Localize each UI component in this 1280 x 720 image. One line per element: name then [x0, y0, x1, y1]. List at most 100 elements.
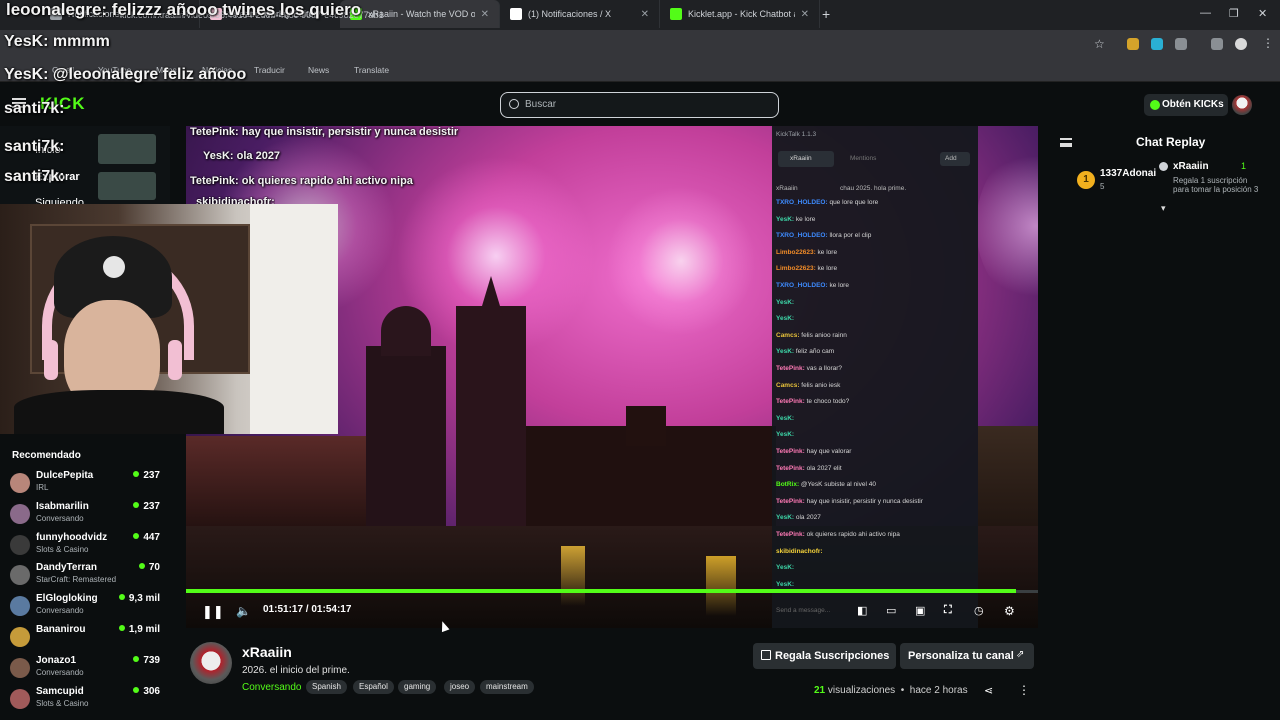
channel-name: Bananirou	[36, 624, 86, 635]
minimize-icon[interactable]: —	[1200, 7, 1211, 19]
puzzle-icon[interactable]	[1175, 38, 1187, 50]
kicktalk-username[interactable]: TXRO_HOLDEO:	[776, 282, 829, 289]
kicktalk-message: YesK:	[776, 431, 794, 438]
theater-icon[interactable]: ▭	[886, 604, 896, 617]
share-icon[interactable]: ⋖	[984, 684, 993, 697]
kicktalk-username[interactable]: Limbo22623:	[776, 249, 818, 256]
fullscreen-icon[interactable]: ⛶	[944, 604, 952, 617]
recommended-channel[interactable]: Jonazo1 Conversando 739	[10, 655, 160, 685]
kicktalk-username[interactable]: YesK:	[776, 415, 794, 422]
channel-avatar	[10, 534, 30, 555]
kicktalk-username[interactable]: TXRO_HOLDEO:	[776, 232, 829, 239]
recommended-channel[interactable]: Bananirou 1,9 mil	[10, 624, 160, 654]
kicktalk-title: KickTalk 1.1.3	[776, 131, 817, 138]
bookmark[interactable]: Traducir	[254, 65, 285, 75]
maximize-icon[interactable]: ❐	[1229, 7, 1239, 20]
kicktalk-message: YesK:	[776, 415, 794, 422]
extension-icon[interactable]	[1127, 38, 1139, 50]
clip-icon[interactable]: ◧	[857, 604, 867, 617]
recommended-channel[interactable]: Samcupid Slots & Casino 306	[10, 686, 160, 716]
recommended-channel[interactable]: DulcePepita IRL 237	[10, 470, 160, 500]
profile-icon[interactable]	[1235, 38, 1247, 50]
recommended-channel[interactable]: DandyTerran StarCraft: Remastered 70	[10, 562, 160, 592]
viewer-count: 739	[133, 655, 160, 666]
kicktalk-username[interactable]: TetePink:	[776, 531, 807, 538]
channel-name: ElGlogloking	[36, 593, 98, 605]
kicktalk-username[interactable]: YesK:	[776, 315, 794, 322]
close-window-icon[interactable]: ✕	[1258, 7, 1267, 20]
kicktalk-username[interactable]: YesK:	[776, 431, 794, 438]
kicktalk-username[interactable]: TetePink:	[776, 448, 807, 455]
kicktalk-username[interactable]: YesK:	[776, 514, 796, 521]
gifter-count: 1	[1241, 161, 1247, 171]
kicktalk-username[interactable]: YesK:	[776, 216, 796, 223]
kicktalk-username[interactable]: YesK:	[776, 299, 794, 306]
tag[interactable]: Español	[353, 680, 394, 694]
user-avatar[interactable]	[1232, 95, 1252, 115]
bookmark[interactable]: Translate	[354, 65, 389, 75]
gift-icon	[761, 650, 771, 660]
kicktalk-username[interactable]: TetePink:	[776, 498, 807, 505]
kicktalk-username[interactable]: Camcs:	[776, 332, 801, 339]
tag[interactable]: Spanish	[306, 680, 347, 694]
browser-menu-icon[interactable]: ⋮	[1262, 36, 1274, 50]
chat-replay-title: Chat Replay	[1136, 135, 1206, 149]
recommended-channel[interactable]: funnyhoodvidz Slots & Casino 447	[10, 532, 160, 562]
kicktalk-username[interactable]: TXRO_HOLDEO:	[776, 199, 829, 206]
kicktalk-username[interactable]: Limbo22623:	[776, 265, 818, 272]
nav-following[interactable]: Siguiendo	[35, 197, 84, 204]
extension-icon[interactable]	[1151, 38, 1163, 50]
kicktalk-message: YesK:	[776, 564, 794, 571]
channel-category: Conversando	[36, 606, 84, 616]
kicktalk-mentions: Mentions	[850, 155, 877, 162]
kicktalk-message: YesK: ola 2027	[776, 514, 821, 521]
channel-category: Conversando	[36, 513, 84, 523]
tag[interactable]: joseo	[444, 680, 476, 694]
gift-subs-button[interactable]: Regala Suscripciones	[753, 643, 896, 669]
search-input[interactable]: Buscar	[500, 92, 779, 118]
tag[interactable]: mainstream	[480, 680, 534, 694]
bookmark-star-icon[interactable]: ☆	[1094, 37, 1105, 51]
viewer-count: 306	[133, 686, 160, 697]
tag[interactable]: gaming	[398, 680, 437, 694]
kicktalk-text: que lore que lore	[829, 199, 879, 206]
kicktalk-username[interactable]: Camcs:	[776, 382, 801, 389]
kicktalk-username[interactable]: skibidinachofr:	[776, 548, 823, 555]
recommended-channel[interactable]: Isabmarilin Conversando 237	[10, 501, 160, 531]
collapse-chat-icon[interactable]	[1060, 138, 1072, 147]
kicktalk-username[interactable]: YesK:	[776, 581, 794, 588]
channel-category: Conversando	[36, 667, 84, 677]
speed-icon[interactable]: ◷	[974, 604, 984, 617]
channel-name[interactable]: xRaaiin	[242, 644, 292, 660]
kicktalk-status-user: xRaaiin	[776, 185, 798, 192]
kicktalk-text: llora por el clip	[829, 232, 872, 240]
channel-name: Jonazo1	[36, 654, 77, 666]
kicktalk-username[interactable]: BotRix:	[776, 481, 801, 488]
channel-avatar[interactable]	[190, 642, 232, 684]
kicktalk-username[interactable]: YesK:	[776, 564, 794, 571]
bookmark[interactable]: News	[308, 65, 329, 75]
kicktalk-username[interactable]: TetePink:	[776, 398, 807, 405]
channel-category: StarCraft: Remastered	[36, 575, 117, 585]
pip-icon[interactable]: ▣	[915, 604, 925, 617]
volume-icon[interactable]: 🔈	[236, 604, 251, 618]
recommended-channel[interactable]: ElGlogloking Conversando 9,3 mil	[10, 593, 160, 623]
kicktalk-username[interactable]: YesK:	[776, 348, 796, 355]
leaderboard-user[interactable]: 1337Adonai	[1100, 168, 1156, 179]
overlay-chat-line: YesK: @leoonalegre feliz añooo	[4, 66, 247, 83]
kicktalk-input[interactable]: Send a message...	[776, 607, 830, 614]
kicktalk-status: chau 2025. hola prime.	[840, 185, 907, 192]
gifter-name[interactable]: xRaaiin	[1173, 161, 1209, 172]
pause-icon[interactable]: ❚❚	[202, 604, 224, 620]
more-options-icon[interactable]: ⋮	[1018, 683, 1030, 697]
category-link[interactable]: Conversando	[242, 682, 301, 693]
kicktalk-username[interactable]: TetePink:	[776, 365, 807, 372]
kicktalk-username[interactable]: TetePink:	[776, 465, 807, 472]
rank-badge: 1	[1077, 171, 1095, 189]
settings-gear-icon[interactable]: ⚙	[1004, 604, 1015, 618]
customize-channel-button[interactable]: Personaliza tu canal	[900, 643, 1034, 669]
address-bar	[0, 30, 1280, 58]
kicktalk-message: YesK: feliz año cam	[776, 348, 834, 355]
tab-search-icon[interactable]	[1211, 38, 1223, 50]
chevron-down-icon[interactable]: ▾	[1161, 203, 1166, 214]
